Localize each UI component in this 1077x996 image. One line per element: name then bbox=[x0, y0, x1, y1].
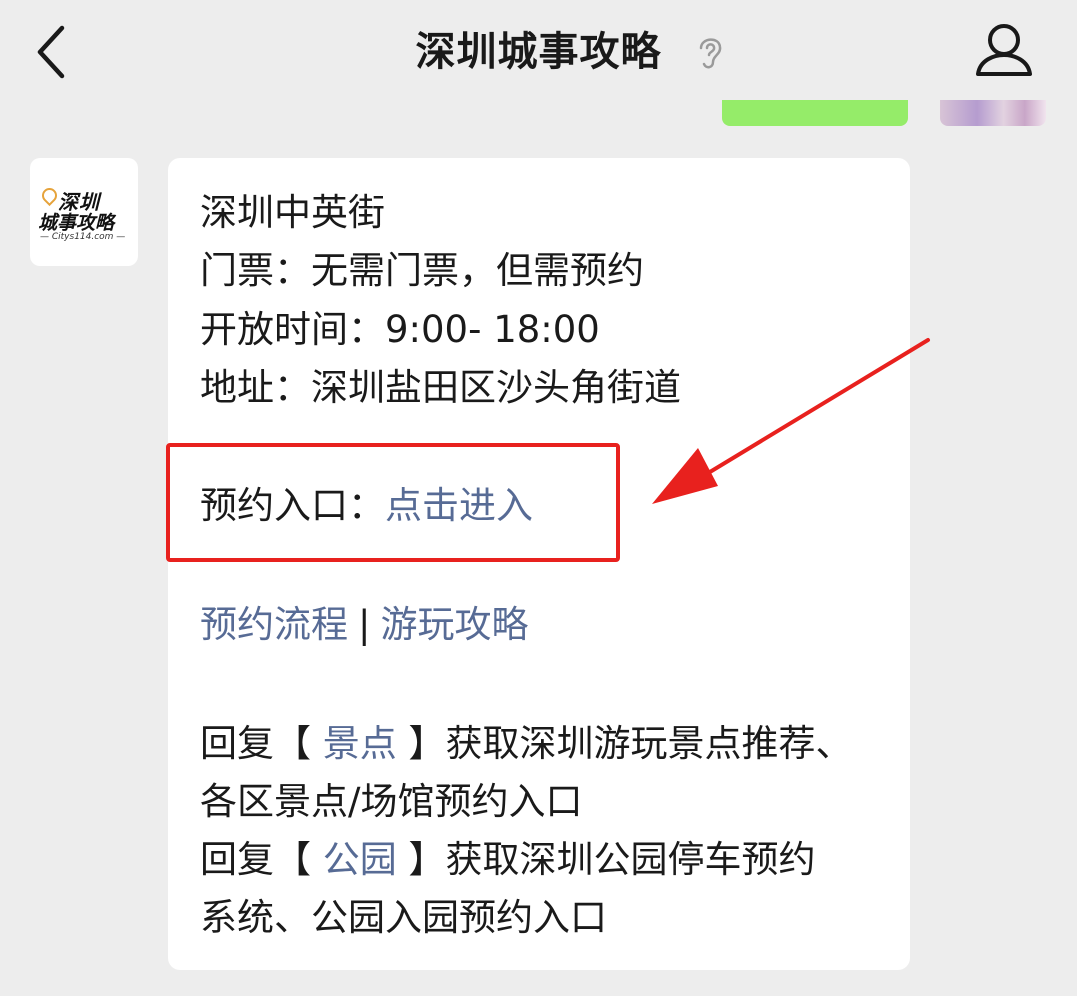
location-pin-icon bbox=[38, 184, 61, 207]
logo-site: — Citys114.com — bbox=[40, 232, 126, 242]
reply-suffix: 】获取深圳游玩景点推荐、 bbox=[396, 722, 853, 765]
ear-icon bbox=[699, 38, 721, 69]
reply-suffix: 】获取深圳公园停车预约 bbox=[396, 838, 816, 881]
profile-button[interactable] bbox=[970, 20, 1038, 84]
account-avatar[interactable]: 深圳 城事攻略 — Citys114.com — bbox=[30, 158, 138, 266]
keyword-park-link[interactable]: 公园 bbox=[323, 838, 397, 881]
reply-hint-2-cont: 系统、公园入园预约入口 bbox=[200, 896, 607, 939]
user-avatar bbox=[940, 100, 1046, 126]
divider: | bbox=[358, 603, 371, 646]
guide-link[interactable]: 游玩攻略 bbox=[380, 603, 528, 646]
reply-hint-1: 回复【 景点 】获取深圳游玩景点推荐、 bbox=[200, 718, 853, 770]
reply-hint-1-cont: 各区景点/场馆预约入口 bbox=[200, 780, 583, 823]
message-line-ticket: 门票：无需门票，但需预约 bbox=[200, 249, 644, 292]
page-title: 深圳城事攻略 bbox=[415, 29, 662, 75]
reply-prefix: 回复【 bbox=[200, 838, 323, 881]
links-row: 预约流程 | 游玩攻略 bbox=[200, 599, 528, 651]
message-line-name: 深圳中英街 bbox=[200, 191, 385, 234]
nav-bar: 深圳城事攻略 bbox=[0, 0, 1077, 108]
process-link[interactable]: 预约流程 bbox=[200, 603, 348, 646]
logo-text-main: 城事攻略 bbox=[38, 212, 115, 234]
message-line-hours: 开放时间：9:00- 18:00 bbox=[200, 308, 600, 351]
red-arrow-annotation bbox=[652, 338, 930, 504]
keyword-scenic-link[interactable]: 景点 bbox=[323, 722, 397, 765]
reply-prefix: 回复【 bbox=[200, 722, 323, 765]
message-line-address: 地址：深圳盐田区沙头角街道 bbox=[200, 366, 681, 409]
reply-hint-2: 回复【 公园 】获取深圳公园停车预约 bbox=[200, 834, 816, 886]
highlight-box bbox=[166, 443, 620, 562]
sent-message-bubble bbox=[722, 100, 908, 126]
person-icon bbox=[976, 24, 1032, 76]
